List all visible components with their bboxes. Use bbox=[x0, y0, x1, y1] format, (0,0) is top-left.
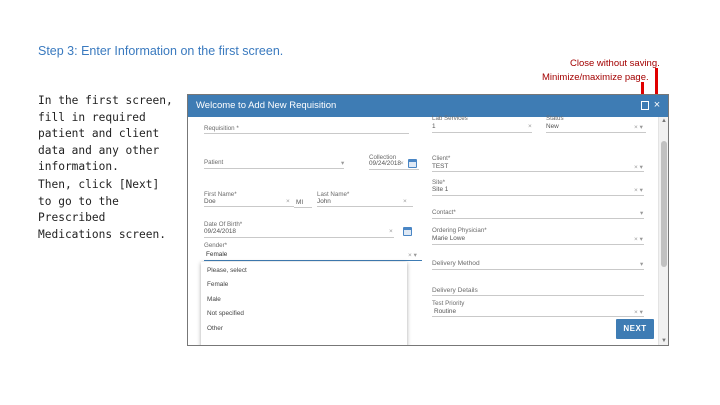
ordering-physician-line[interactable] bbox=[432, 244, 644, 245]
dob-calendar-icon[interactable] bbox=[403, 227, 412, 236]
lab-services-value: 1 bbox=[432, 123, 436, 130]
delivery-details-line[interactable] bbox=[432, 295, 644, 296]
status-value: New bbox=[546, 123, 559, 130]
delivery-method-line[interactable] bbox=[432, 269, 644, 270]
test-priority-dropdown-icon[interactable]: × ▾ bbox=[634, 308, 643, 316]
ordering-physician-dropdown-icon[interactable]: × ▾ bbox=[634, 235, 643, 243]
patient-label: Patient bbox=[204, 159, 224, 166]
client-dropdown-icon[interactable]: × ▾ bbox=[634, 163, 643, 171]
dob-line[interactable] bbox=[204, 237, 394, 238]
scroll-up-arrow[interactable]: ▲ bbox=[659, 118, 668, 124]
contact-label: Contact* bbox=[432, 209, 456, 216]
gender-option[interactable]: Please, select bbox=[207, 267, 247, 274]
gender-option[interactable]: Female bbox=[207, 281, 228, 288]
collection-clear-icon[interactable]: × bbox=[400, 160, 404, 167]
slide-title: Step 3: Enter Information on the first s… bbox=[38, 44, 284, 58]
client-line[interactable] bbox=[432, 171, 644, 172]
gender-dropdown-list: Please, select Female Male Not specified… bbox=[201, 262, 407, 345]
delivery-method-dropdown-icon[interactable]: ▾ bbox=[640, 260, 643, 268]
requisition-field-line[interactable] bbox=[204, 133, 409, 134]
instruction-fill-in: In the first screen, fill in required pa… bbox=[38, 94, 173, 173]
dob-clear-icon[interactable]: × bbox=[389, 228, 393, 235]
collection-line[interactable] bbox=[369, 169, 419, 170]
instruction-click-next: Then, click [Next] to go to the Prescrib… bbox=[38, 178, 166, 241]
site-label: Site* bbox=[432, 179, 446, 186]
last-name-clear-icon[interactable]: × bbox=[403, 198, 407, 205]
close-button[interactable]: × bbox=[651, 99, 663, 112]
first-name-line[interactable] bbox=[204, 206, 294, 207]
site-value: Site 1 bbox=[432, 186, 449, 193]
site-line[interactable] bbox=[432, 195, 644, 196]
scroll-down-arrow[interactable]: ▼ bbox=[659, 338, 668, 344]
delivery-details-label: Delivery Details bbox=[432, 287, 478, 294]
window-icon bbox=[641, 101, 649, 110]
status-dropdown-icon[interactable]: × ▾ bbox=[634, 123, 643, 131]
lab-services-clear-icon[interactable]: × bbox=[528, 123, 532, 130]
gender-option[interactable]: Not specified bbox=[207, 310, 244, 317]
close-annotation: Close without saving. bbox=[570, 58, 660, 69]
site-dropdown-icon[interactable]: × ▾ bbox=[634, 186, 643, 194]
last-name-value: John bbox=[317, 198, 331, 205]
dob-value: 09/24/2018 bbox=[204, 228, 236, 235]
ordering-physician-value: Marie Lowe bbox=[432, 235, 466, 242]
test-priority-value: Routine bbox=[434, 308, 457, 315]
modal-header: Welcome to Add New Requisition × bbox=[188, 95, 668, 117]
lab-services-line[interactable] bbox=[432, 132, 532, 133]
test-priority-line[interactable] bbox=[432, 316, 644, 317]
gender-label: Gender* bbox=[204, 242, 228, 249]
mi-line[interactable] bbox=[294, 207, 312, 208]
gender-line[interactable] bbox=[204, 260, 422, 261]
contact-line[interactable] bbox=[432, 218, 644, 219]
next-button[interactable]: NEXT bbox=[616, 319, 654, 339]
lab-services-label: Lab Services bbox=[432, 115, 468, 122]
test-priority-label: Test Priority bbox=[432, 300, 465, 307]
gender-option[interactable]: Male bbox=[207, 296, 221, 303]
client-value: TEST bbox=[432, 163, 449, 170]
last-name-line[interactable] bbox=[317, 206, 413, 207]
contact-dropdown-icon[interactable]: ▾ bbox=[640, 209, 643, 217]
patient-dropdown-icon[interactable]: ▾ bbox=[341, 159, 344, 167]
dob-label: Date Of Birth* bbox=[204, 221, 243, 228]
ordering-physician-label: Ordering Physician* bbox=[432, 227, 487, 234]
minmax-annotation: Minimize/maximize page. bbox=[542, 72, 649, 83]
modal-title: Welcome to Add New Requisition bbox=[196, 100, 337, 111]
maximize-button[interactable] bbox=[639, 99, 651, 112]
gender-dropdown-icon[interactable]: × ▾ bbox=[408, 251, 417, 259]
first-name-label: First Name* bbox=[204, 191, 237, 198]
patient-line[interactable] bbox=[204, 168, 344, 169]
delivery-method-label: Delivery Method bbox=[432, 260, 480, 267]
mi-label: MI bbox=[296, 199, 304, 206]
last-name-label: Last Name* bbox=[317, 191, 350, 198]
modal-scrollbar[interactable]: ▲ ▼ bbox=[658, 117, 668, 345]
first-name-value: Doe bbox=[204, 198, 216, 205]
requisition-label: Requisition * bbox=[204, 125, 239, 132]
gender-option[interactable]: Other bbox=[207, 325, 223, 332]
requisition-modal: Welcome to Add New Requisition × Requisi… bbox=[187, 94, 669, 346]
collection-calendar-icon[interactable] bbox=[408, 159, 417, 168]
scroll-thumb[interactable] bbox=[661, 141, 667, 267]
status-label: Status bbox=[546, 115, 564, 122]
first-name-clear-icon[interactable]: × bbox=[286, 198, 290, 205]
gender-value[interactable]: Female bbox=[206, 251, 227, 258]
status-line[interactable] bbox=[546, 132, 646, 133]
client-label: Client* bbox=[432, 155, 451, 162]
collection-value: 09/24/2018 bbox=[369, 160, 401, 167]
form-body: Requisition * Lab Services 1 × Status Ne… bbox=[188, 115, 658, 345]
